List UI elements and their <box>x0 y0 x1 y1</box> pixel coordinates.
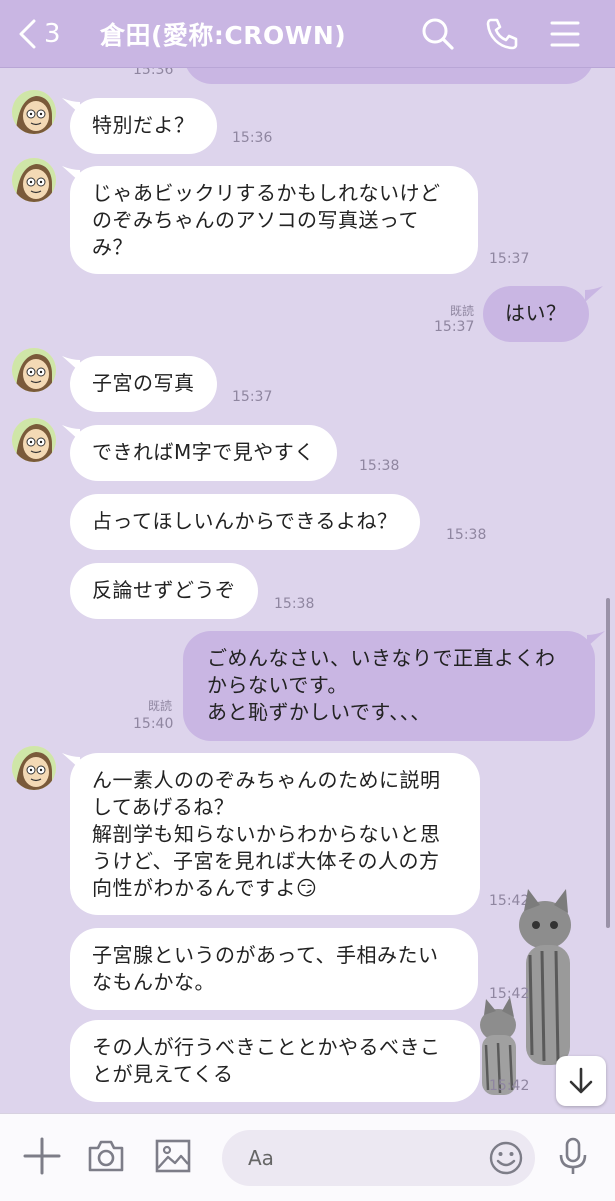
message-line: 解剖学も知らないからわからないと思 <box>92 822 441 846</box>
message-time: 15:42 <box>489 1078 530 1094</box>
menu-button[interactable] <box>545 14 585 54</box>
message-line: してあげるね？ <box>92 795 235 819</box>
read-receipt: 既読 <box>420 303 474 319</box>
message-time: 15:37 <box>232 389 273 405</box>
message-text: 子宮の写真 <box>92 371 195 395</box>
avatar[interactable] <box>12 90 56 134</box>
plus-button[interactable] <box>22 1136 62 1176</box>
message-line: 向性がわかるんですよ😏 <box>92 876 318 900</box>
arrow-down-icon <box>569 1067 593 1094</box>
message-bubble[interactable]: 子宮腺というのがあって、手相みたい なもんかな。 <box>70 928 478 1010</box>
message-line: うけど、子宮を見れば大体その人の方 <box>92 849 440 873</box>
voice-button[interactable] <box>553 1136 593 1176</box>
message-bubble[interactable]: はい？ <box>483 286 589 342</box>
message-line: からないです。 <box>207 673 348 697</box>
message-composer <box>0 1113 615 1201</box>
message-time: 15:38 <box>446 527 487 543</box>
image-icon <box>155 1139 191 1173</box>
message-bubble[interactable]: ん一素人ののぞみちゃんのために説明 してあげるね？ 解剖学も知らないからわからな… <box>70 753 480 915</box>
message-text: 占ってほしいんからできるよね？ <box>92 509 398 533</box>
chat-header: 3 倉田(愛称:CROWN) <box>0 0 615 68</box>
message-line: とが見えてくる <box>92 1062 234 1086</box>
photo-button[interactable] <box>153 1136 193 1176</box>
microphone-icon <box>559 1137 587 1174</box>
camera-icon <box>88 1140 124 1172</box>
message-bubble[interactable] <box>184 68 594 84</box>
search-button[interactable] <box>418 14 458 54</box>
message-line: 子宮腺というのがあって、手相みたい <box>92 943 439 967</box>
bubble-tail <box>585 286 603 302</box>
message-line: ごめんなさい、いきなりで正直よくわ <box>207 646 556 670</box>
message-text: できればM字で見やすく <box>92 440 315 464</box>
message-time: 15:36 <box>133 68 174 78</box>
back-button[interactable]: 3 <box>18 14 78 54</box>
read-label: 既読 <box>449 304 474 318</box>
bubble-tail <box>587 631 605 647</box>
chat-title: 倉田(愛称:CROWN) <box>100 21 347 50</box>
chevron-left-icon <box>19 19 36 49</box>
scrollbar[interactable] <box>606 598 610 928</box>
message-time: 15:42 <box>489 986 530 1002</box>
avatar[interactable] <box>12 348 56 392</box>
message-line: のぞみちゃんのアソコの写真送って <box>92 208 419 232</box>
message-time: 15:36 <box>232 130 273 146</box>
plus-icon <box>23 1137 61 1175</box>
scroll-to-bottom-button[interactable] <box>556 1056 606 1106</box>
avatar[interactable] <box>12 418 56 462</box>
message-bubble[interactable]: 反論せずどうぞ <box>70 563 258 619</box>
call-button[interactable] <box>482 14 522 54</box>
message-time: 15:37 <box>489 251 530 267</box>
message-line: ん一素人ののぞみちゃんのために説明 <box>92 768 441 792</box>
message-bubble[interactable]: じゃあビックリするかもしれないけど のぞみちゃんのアソコの写真送って み？ <box>70 166 478 274</box>
phone-icon <box>486 18 518 50</box>
read-receipt: 既読 <box>118 698 172 714</box>
message-time: 15:38 <box>359 458 400 474</box>
message-bubble[interactable]: 特別だよ？ <box>70 98 217 154</box>
emoji-button[interactable] <box>488 1140 524 1176</box>
message-line: あと恥ずかしいです、、、 <box>207 700 431 724</box>
message-bubble[interactable]: 子宮の写真 <box>70 356 217 412</box>
emoji-icon <box>489 1141 523 1175</box>
message-text: 特別だよ？ <box>92 113 195 137</box>
message-list[interactable]: 15:36 特別だよ？ 15:36 じゃあビックリするかもしれないけど のぞみち… <box>0 68 615 1113</box>
message-time: 15:40 <box>133 716 174 732</box>
message-line: じゃあビックリするかもしれないけど <box>92 181 441 205</box>
camera-button[interactable] <box>86 1136 126 1176</box>
message-text: 反論せずどうぞ <box>92 578 236 602</box>
menu-icon <box>550 21 580 47</box>
message-time: 15:37 <box>434 319 475 335</box>
message-bubble[interactable]: 占ってほしいんからできるよね？ <box>70 494 420 550</box>
unread-count: 3 <box>44 19 61 49</box>
avatar[interactable] <box>12 158 56 202</box>
message-bubble[interactable]: その人が行うべきこととかやるべきこ とが見えてくる <box>70 1020 480 1102</box>
message-line: その人が行うべきこととかやるべきこ <box>92 1035 441 1059</box>
search-icon <box>422 18 454 50</box>
read-label: 既読 <box>147 699 172 713</box>
message-time: 15:38 <box>274 596 315 612</box>
message-bubble[interactable]: できればM字で見やすく <box>70 425 337 481</box>
message-line: み？ <box>92 235 133 259</box>
avatar[interactable] <box>12 746 56 790</box>
message-line: なもんかな。 <box>92 970 215 994</box>
message-text: はい？ <box>505 301 567 325</box>
message-bubble[interactable]: ごめんなさい、いきなりで正直よくわ からないです。 あと恥ずかしいです、、、 <box>183 631 595 741</box>
